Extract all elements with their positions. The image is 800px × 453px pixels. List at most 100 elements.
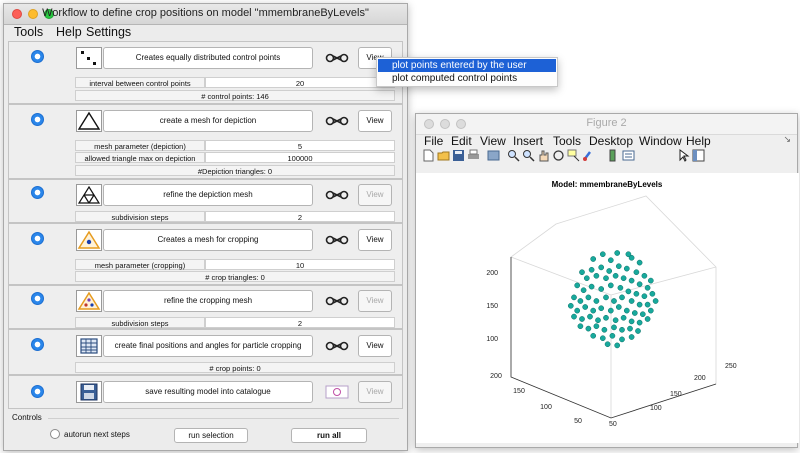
open-file-icon[interactable] (437, 149, 450, 162)
figure-titlebar[interactable]: Figure 2 (416, 114, 797, 135)
scatter-point (598, 286, 605, 292)
step-3-radio[interactable] (31, 186, 44, 199)
step-2-action-button[interactable]: create a mesh for depiction (103, 110, 313, 132)
step-2-cut-icon[interactable] (325, 114, 349, 128)
step-4-view-button[interactable]: View (358, 229, 392, 251)
y-tick-label: 250 (725, 363, 737, 370)
scatter-point (627, 325, 633, 332)
scatter-point (644, 284, 651, 291)
step-4-action-button[interactable]: Creates a mesh for cropping (103, 229, 313, 251)
save-disk-icon (76, 381, 102, 403)
scatter-point (574, 282, 581, 289)
data-cursor-icon[interactable] (567, 149, 580, 162)
workflow-menubar: Tools Help Settings (14, 24, 407, 40)
param-label: subdivision steps (75, 211, 205, 222)
edit-plot-icon[interactable] (677, 149, 690, 162)
step-2-view-button[interactable]: View (358, 110, 392, 132)
param-value-field[interactable]: 5 (205, 140, 395, 151)
scatter-point (571, 294, 577, 301)
link-plot-icon[interactable] (487, 149, 500, 162)
step-panel-7: save resulting model into catalogue View (8, 375, 403, 409)
figure-menu-desktop[interactable]: Desktop (589, 134, 633, 148)
step-3-action-button[interactable]: refine the depiction mesh (103, 184, 313, 206)
step-7-catalogue-icon[interactable] (325, 385, 349, 399)
figure-menu-tools[interactable]: Tools (553, 134, 581, 148)
step-5-view-button[interactable]: View (358, 290, 392, 312)
run-all-button[interactable]: run all (291, 428, 367, 443)
scatter-point (631, 310, 638, 316)
step-6-action-button[interactable]: create final positions and angles for pa… (103, 335, 313, 357)
param-value-field[interactable]: 2 (205, 211, 395, 222)
step-1-action-button[interactable]: Creates equally distributed control poin… (103, 47, 313, 69)
figure-menu-edit[interactable]: Edit (451, 134, 472, 148)
step-5-radio[interactable] (31, 292, 44, 305)
figure-menu-insert[interactable]: Insert (513, 134, 543, 148)
step-1-cut-icon[interactable] (325, 51, 349, 65)
param-value-field[interactable]: 2 (205, 317, 395, 328)
autorun-label[interactable]: autorun next steps (64, 430, 130, 439)
scatter-point (615, 304, 622, 310)
step-3-cut-icon[interactable] (325, 188, 349, 202)
autorun-checkbox[interactable] (50, 429, 60, 439)
dropdown-item-user-points[interactable]: plot points entered by the user (378, 59, 556, 72)
pan-icon[interactable] (537, 149, 550, 162)
param-value-field[interactable]: 20 (205, 77, 395, 88)
run-selection-button[interactable]: run selection (174, 428, 248, 443)
scatter-point (583, 275, 590, 282)
workflow-titlebar[interactable]: Workflow to define crop positions on mod… (4, 4, 407, 25)
rotate-3d-icon[interactable] (552, 149, 565, 162)
new-figure-icon[interactable] (422, 149, 435, 162)
step-5-cut-icon[interactable] (325, 294, 349, 308)
figure-menu-help[interactable]: Help (686, 134, 711, 148)
step-3-view-button[interactable]: View (358, 184, 392, 206)
step-7-action-button[interactable]: save resulting model into catalogue (103, 381, 313, 403)
step-4-cut-icon[interactable] (325, 233, 349, 247)
zoom-in-icon[interactable] (507, 149, 520, 162)
property-inspector-icon[interactable] (692, 149, 705, 162)
brush-icon[interactable] (582, 149, 595, 162)
step-5-action-button[interactable]: refine the cropping mesh (103, 290, 313, 312)
step-6-info: # crop points: 0 (75, 362, 395, 373)
y-tick-label: 200 (694, 375, 706, 382)
scatter-point (649, 290, 656, 297)
scatter-point (603, 275, 609, 282)
figure-menu-file[interactable]: File (424, 134, 443, 148)
scatter-point (601, 326, 608, 333)
step-4-radio[interactable] (31, 232, 44, 245)
param-value-field[interactable]: 100000 (205, 152, 395, 163)
scatter-point (647, 307, 654, 314)
figure-menu-arrow-icon[interactable]: ↘ (783, 134, 791, 145)
menu-help[interactable]: Help (56, 25, 82, 39)
scatter-point (620, 314, 627, 321)
scatter-point (614, 342, 621, 349)
print-icon[interactable] (467, 149, 480, 162)
step-1-radio[interactable] (31, 50, 44, 63)
step-7-view-button[interactable]: View (358, 381, 392, 403)
scatter-point (593, 272, 600, 279)
step-2-radio[interactable] (31, 113, 44, 126)
y-tick-label: 50 (609, 421, 617, 428)
menu-tools[interactable]: Tools (14, 25, 43, 39)
scatter-point (617, 284, 624, 291)
legend-icon[interactable] (622, 149, 635, 162)
figure-menu-view[interactable]: View (480, 134, 506, 148)
step-6-cut-icon[interactable] (325, 339, 349, 353)
scatter-point (598, 264, 605, 271)
param-value-field[interactable]: 10 (205, 259, 395, 270)
step-7-radio[interactable] (31, 385, 44, 398)
colorbar-icon[interactable] (607, 149, 620, 162)
step-6-radio[interactable] (31, 338, 44, 351)
scatter-point (593, 298, 600, 304)
z-tick-labels: 100 150 200 (486, 270, 498, 343)
menu-settings[interactable]: Settings (86, 25, 131, 39)
figure-menu-window[interactable]: Window (639, 134, 682, 148)
z-tick-label: 150 (486, 303, 498, 310)
dropdown-item-control-points[interactable]: plot computed control points (378, 72, 556, 85)
zoom-out-icon[interactable] (522, 149, 535, 162)
scatter-point (585, 325, 592, 332)
save-icon[interactable] (452, 149, 465, 162)
scatter-point (599, 335, 606, 342)
step-6-view-button[interactable]: View (358, 335, 392, 357)
scatter-point (623, 307, 630, 314)
chart-area[interactable]: Model: mmembraneByLevels 100 150 200 50 … (416, 173, 799, 443)
